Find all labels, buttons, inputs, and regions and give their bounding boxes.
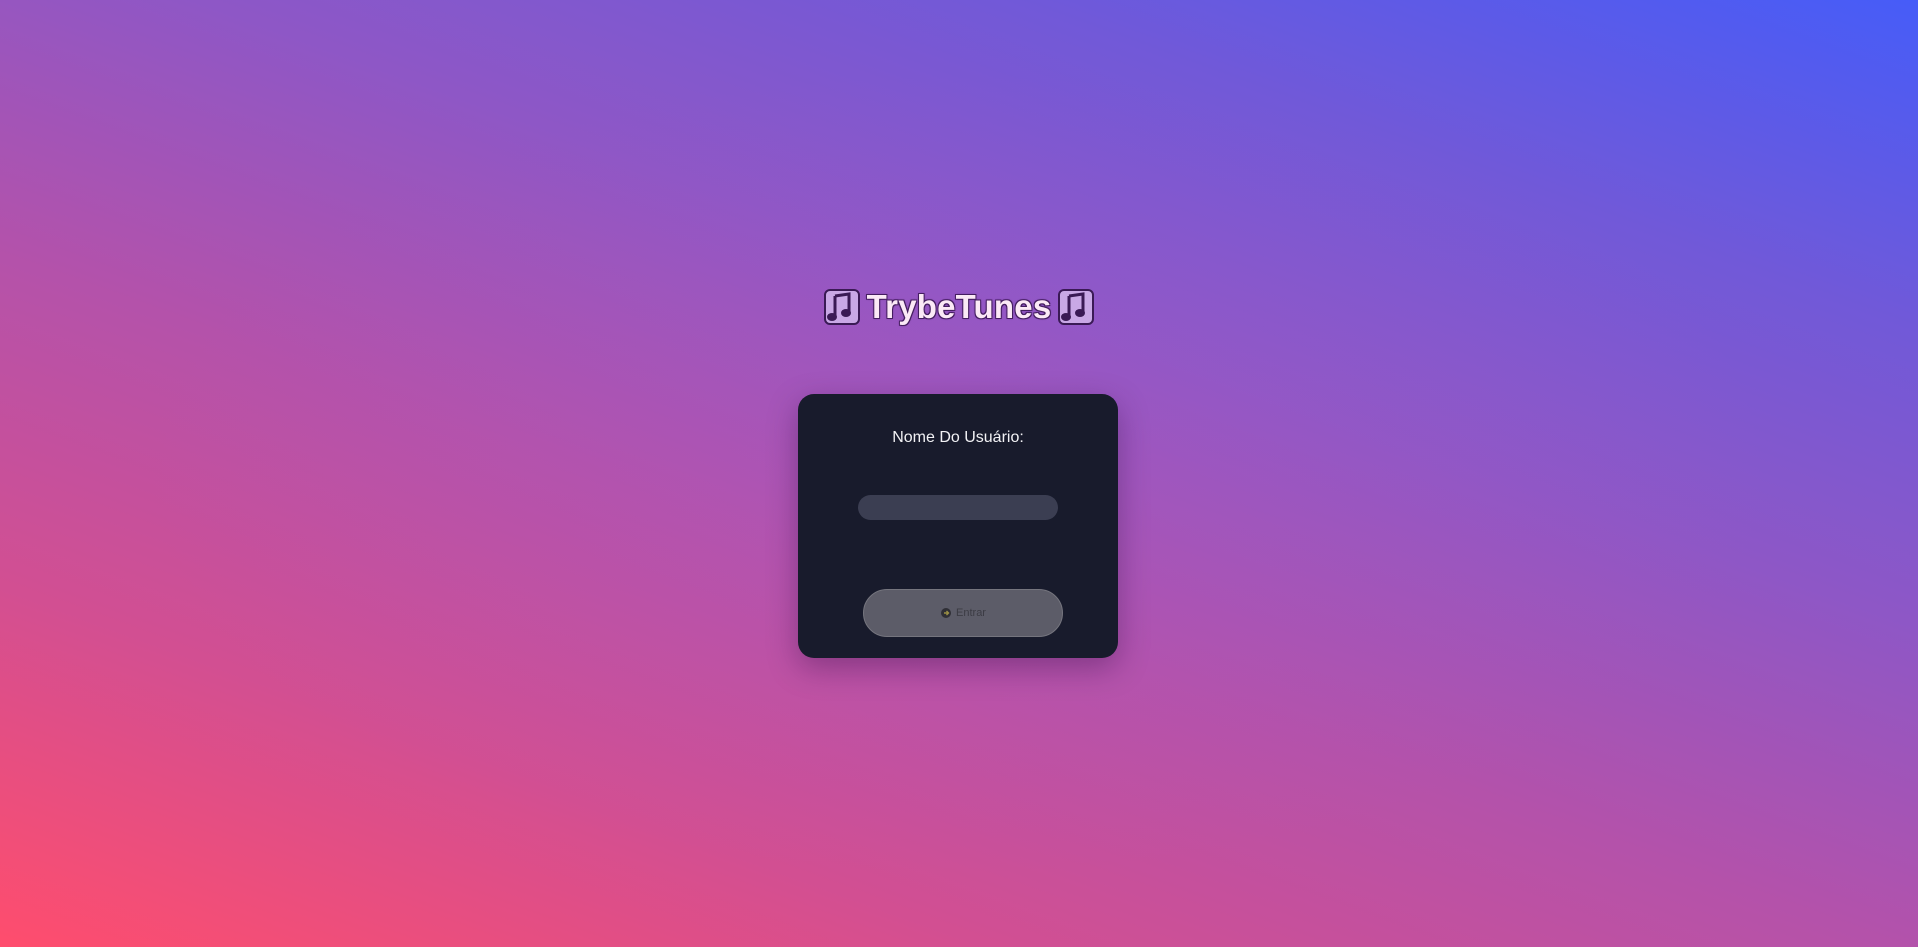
- enter-button[interactable]: Entrar: [863, 589, 1063, 637]
- login-form: Nome Do Usuário: Entrar: [798, 394, 1118, 658]
- app-logo: TrybeTunes: [0, 288, 1918, 326]
- app-title: TrybeTunes: [866, 288, 1052, 325]
- musical-notes-icon: [1058, 289, 1095, 325]
- enter-button-label: Entrar: [956, 607, 986, 619]
- enter-icon: [941, 608, 952, 618]
- username-label: Nome Do Usuário:: [892, 429, 1024, 446]
- username-input[interactable]: [858, 495, 1058, 520]
- musical-notes-icon: [823, 289, 860, 325]
